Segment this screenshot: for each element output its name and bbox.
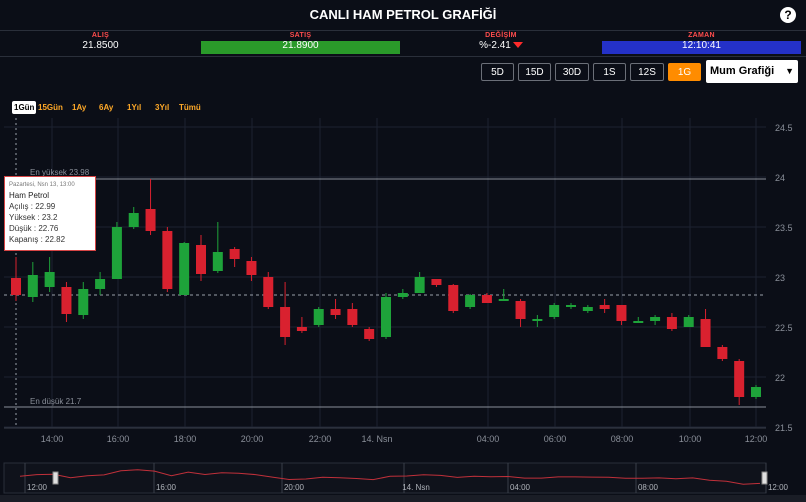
candle-body [11,278,21,295]
tooltip-date: Pazartesi, Nsn 13, 13:00 [9,182,75,188]
candle-body [734,361,745,397]
navigator-right-handle [761,471,768,485]
candle-body [616,305,627,321]
navigator-label: 08:00 [638,483,659,492]
candle-body [212,252,223,271]
candle-body [296,327,307,331]
low-line-label: En düşük 21.7 [30,397,82,406]
candle-body [566,305,576,307]
navigator-label: 12:00 [27,483,48,492]
candle-body [549,305,560,317]
candle-body [666,317,677,329]
candle-body [61,287,72,314]
candlestick-chart[interactable]: 21.5 22 22.5 23 23.5 24 24.5 14:00 16:00 18:00 20:… [0,0,806,502]
navigator-label: 16:00 [156,483,177,492]
candle-body [78,289,89,315]
candle-body [397,293,408,297]
candle-body [27,275,38,297]
candle-body [700,319,711,347]
candle-body [431,279,442,285]
candle-body [448,285,459,311]
candle-body [683,317,694,327]
candle-body [498,299,509,301]
x-tick-label: 10:00 [679,434,702,444]
y-tick-label: 23.5 [775,223,793,233]
candle-body [44,272,55,287]
tooltip-low: Düşük : 22.76 [9,224,59,233]
candle-body [515,301,526,319]
x-tick-label: 06:00 [544,434,567,444]
navigator-label: 04:00 [510,483,531,492]
y-tick-label: 22.5 [775,323,793,333]
candle-body [347,309,358,325]
y-tick-label: 24.5 [775,123,793,133]
tooltip-open: Açılış : 22.99 [9,202,56,211]
candle-body [532,319,543,321]
x-tick-label: 12:00 [745,434,768,444]
navigator-left-handle [52,471,59,485]
x-tick-label: 04:00 [477,434,500,444]
candle-body [246,261,257,275]
x-tick-label: 22:00 [309,434,332,444]
candle-body [196,245,206,274]
candle-body [128,213,139,227]
candle-body [364,329,375,339]
candle-body [414,277,425,293]
candle-body [465,295,476,307]
x-tick-label: 08:00 [611,434,634,444]
candle-body [751,387,761,397]
candle-body [145,209,156,231]
navigator-label: 14. Nsn [402,483,430,492]
candle-body [229,249,240,259]
candle-body [717,347,728,359]
y-tick-label: 23 [775,273,785,283]
candle-body [179,243,190,295]
x-tick-label: 14:00 [41,434,64,444]
x-tick-label: 20:00 [241,434,264,444]
candle-body [263,277,274,307]
y-tick-label: 24 [775,173,785,183]
x-tick-label: 14. Nsn [361,434,392,444]
tooltip-name: Ham Petrol [9,191,50,200]
candle-body [599,305,610,309]
x-tick-label: 18:00 [174,434,197,444]
y-tick-label: 21.5 [775,423,793,433]
candle-tooltip: Pazartesi, Nsn 13, 13:00 Ham Petrol Açıl… [4,176,96,251]
candle-body [633,321,644,323]
candle-body [95,279,106,289]
y-tick-label: 22 [775,373,785,383]
x-tick-label: 16:00 [107,434,130,444]
navigator-scrollbar [0,495,806,502]
candle-body [313,309,324,325]
candle-body [162,231,173,289]
candle-body [280,307,291,337]
candle-body [481,295,492,303]
tooltip-high: Yüksek : 23.2 [9,213,58,222]
tooltip-close: Kapanış : 22.82 [9,235,66,244]
candle-body [381,297,391,337]
candle-body [582,307,593,311]
navigator-label: 20:00 [284,483,305,492]
navigator-label: 12:00 [768,483,789,492]
candle-body [650,317,661,321]
candle-body [111,227,122,279]
candle-body [330,309,341,315]
